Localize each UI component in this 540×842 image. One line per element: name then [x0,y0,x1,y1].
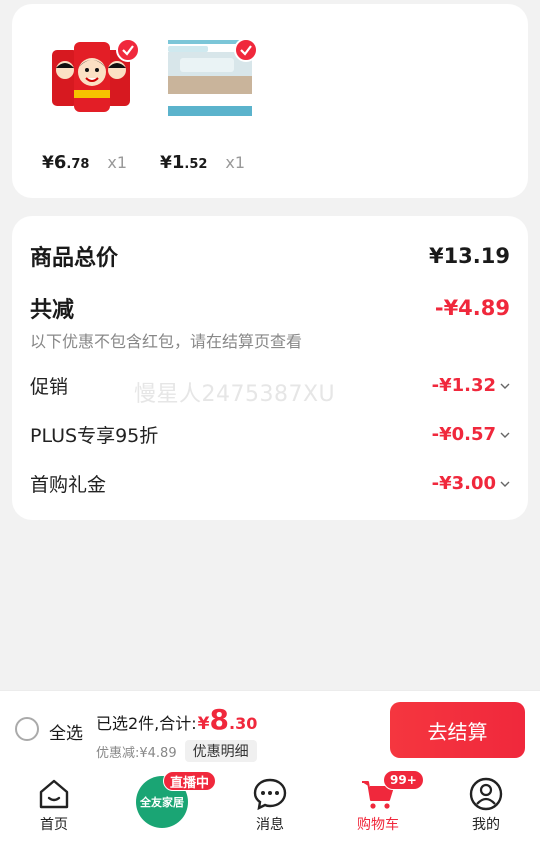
tab-messages[interactable]: 消息 [216,768,324,842]
discount-amount: -¥0.57 [431,424,496,445]
discount-amount-text: 优惠减:¥4.89 [96,745,177,761]
checkout-button[interactable]: 去结算 [390,702,525,758]
product-quantity: x1 [225,153,246,172]
chevron-down-icon [500,432,510,438]
currency-symbol: ¥ [42,153,54,173]
chevron-down-icon [500,481,510,487]
total-reduce-value: -¥4.89 [434,296,510,320]
selected-count-text: 已选2件,合计: [96,714,197,733]
discount-row-promotion[interactable]: 促销 -¥1.32 [30,372,510,399]
live-badge: 直播中 [163,771,217,791]
discount-amount: -¥1.32 [431,375,496,396]
total-price-value: ¥13.19 [428,244,510,268]
discount-label: 促销 [30,376,69,398]
discount-amount: -¥3.00 [431,473,496,494]
tab-home[interactable]: 首页 [0,768,108,842]
total-decimal: .30 [229,714,258,733]
select-all-radio[interactable] [15,717,39,741]
chevron-down-icon [500,383,510,389]
tab-label: 消息 [256,817,284,833]
total-price-row: 商品总价 ¥13.19 [30,240,510,272]
tab-label: 购物车 [357,817,399,833]
user-profile-icon [469,777,503,811]
discount-label: 首购礼金 [30,474,107,496]
total-price-label: 商品总价 [30,246,119,271]
tab-cart[interactable]: 99+ 购物车 [324,768,432,842]
cart-page: ¥ 6 .78 x1 ¥ 1 .52 x1 商品总价 ¥13.19 共减 -¥4… [0,0,540,842]
cart-count-badge: 99+ [383,770,424,790]
discount-value: -¥3.00 [432,473,510,494]
price-decimal: .78 [66,157,90,172]
product-quantity: x1 [107,153,128,172]
currency-symbol: ¥ [197,714,210,734]
selected-total: 已选2件,合计: ¥ 8 .30 [96,703,257,736]
discount-row-first-purchase[interactable]: 首购礼金 -¥3.00 [30,470,510,497]
discount-value: -¥0.57 [432,424,510,445]
tab-mine[interactable]: 我的 [432,768,540,842]
tab-label: 首页 [40,817,68,833]
discount-summary: 优惠减:¥4.89 优惠明细 [96,740,257,762]
checkout-bar: 全选 已选2件,合计: ¥ 8 .30 优惠减:¥4.89 优惠明细 去结算 [0,690,540,768]
total-reduce-row: 共减 -¥4.89 [30,292,510,324]
reduce-note: 以下优惠不包含红包，请在结算页查看 [30,332,303,351]
price-integer: 1 [171,152,185,173]
select-all-label[interactable]: 全选 [49,719,83,744]
selected-products-card: ¥ 6 .78 x1 ¥ 1 .52 x1 [12,4,528,198]
product-price-1: ¥ 6 .78 x1 [42,152,127,173]
selected-check-icon[interactable] [116,38,140,62]
home-icon [39,779,69,809]
total-integer: 8 [209,703,229,736]
price-decimal: .52 [184,157,208,172]
price-integer: 6 [53,152,67,173]
product-price-2: ¥ 1 .52 x1 [160,152,245,173]
tab-live[interactable]: 全友家居 直播中 [108,768,217,842]
selected-check-icon[interactable] [234,38,258,62]
total-reduce-label: 共减 [30,298,75,323]
discount-label: PLUS专享95折 [30,425,159,447]
tab-label: 我的 [472,817,500,833]
discount-row-plus[interactable]: PLUS专享95折 -¥0.57 [30,421,510,448]
discount-detail-button[interactable]: 优惠明细 [184,740,257,762]
currency-symbol: ¥ [160,153,172,173]
discount-value: -¥1.32 [432,375,510,396]
price-summary-card: 商品总价 ¥13.19 共减 -¥4.89 以下优惠不包含红包，请在结算页查看 … [12,216,528,520]
bottom-tab-bar: 首页 全友家居 直播中 消息 99+ 购物车 我的 [0,768,540,842]
message-bubble-icon [253,778,287,811]
